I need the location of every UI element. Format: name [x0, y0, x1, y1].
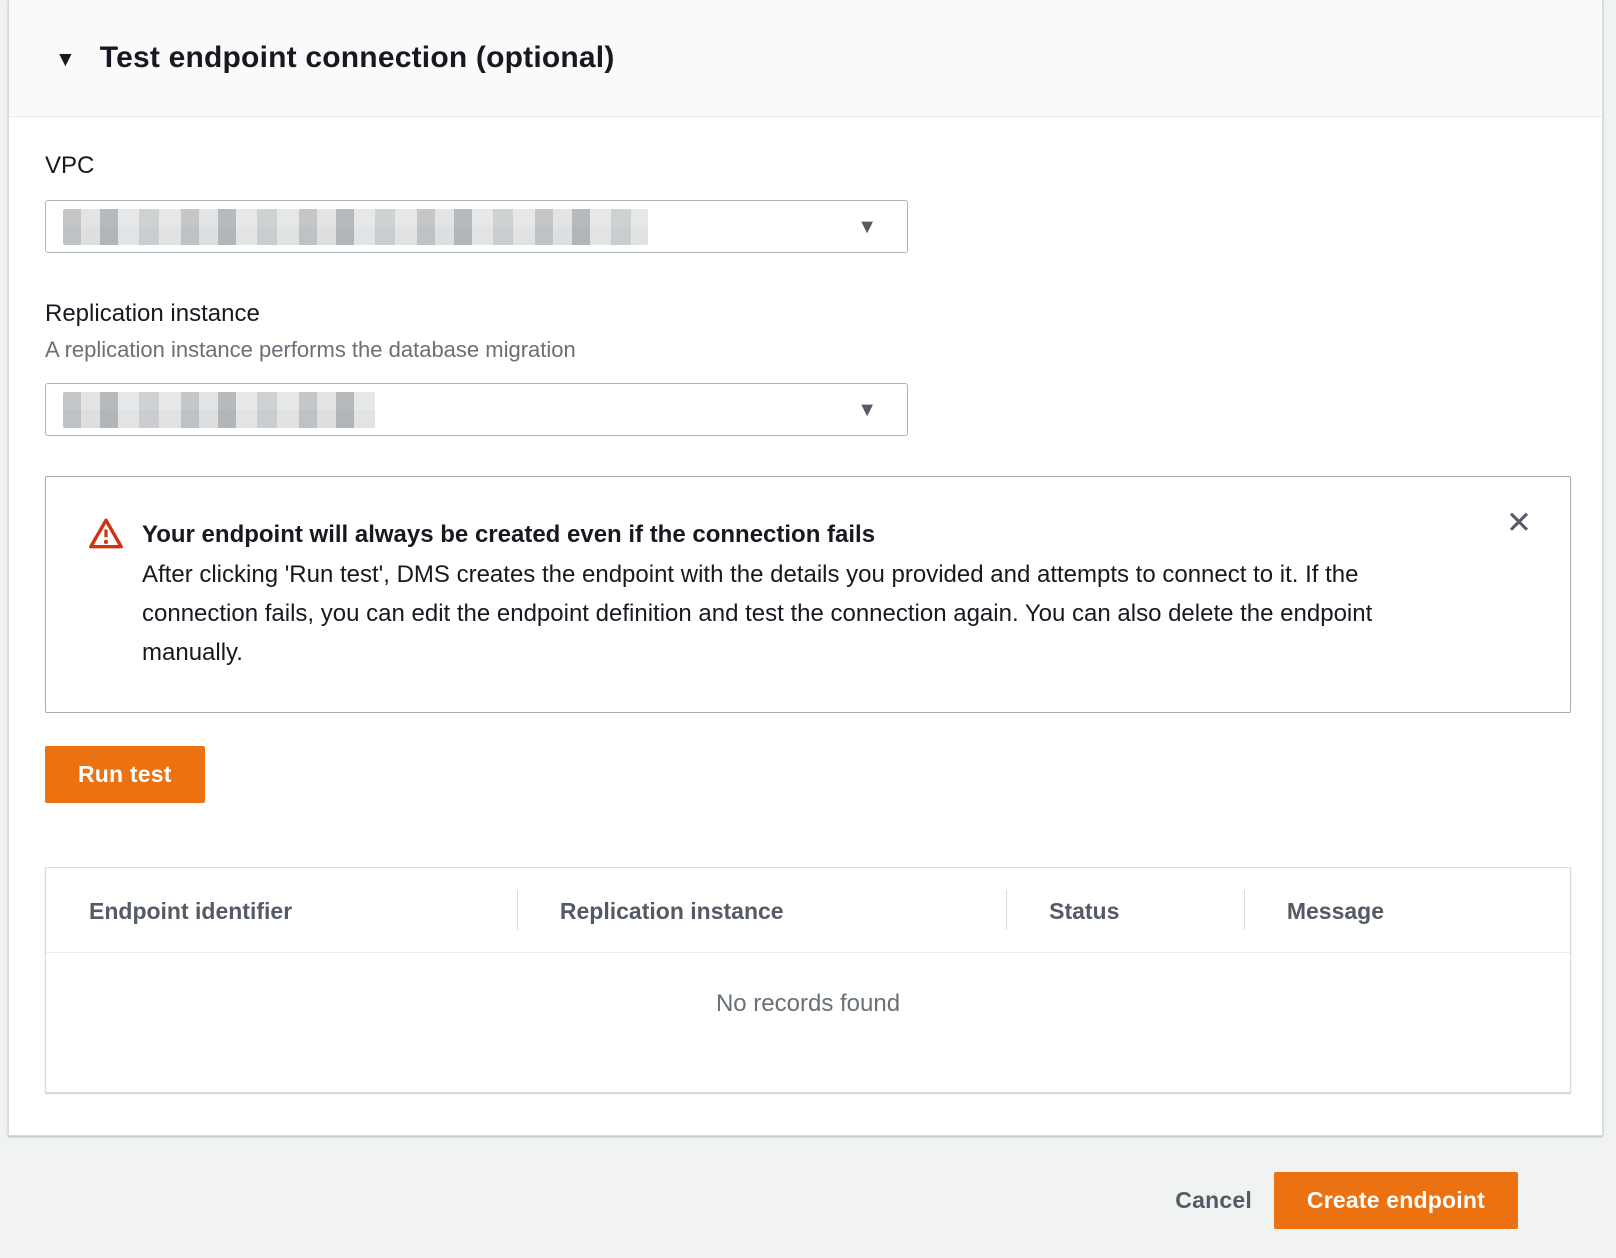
- replication-instance-redacted-value: [63, 392, 375, 428]
- replication-instance-field: Replication instance A replication insta…: [45, 300, 1571, 436]
- empty-state-message: No records found: [46, 953, 1570, 1092]
- section-header-toggle[interactable]: ▼ Test endpoint connection (optional): [9, 0, 1602, 117]
- vpc-label: VPC: [45, 152, 1571, 180]
- caret-down-icon: ▼: [857, 400, 877, 420]
- warning-triangle-icon: [89, 518, 123, 554]
- replication-instance-label: Replication instance: [45, 300, 1571, 328]
- column-header-status[interactable]: Status: [1006, 868, 1244, 952]
- column-header-replication-instance[interactable]: Replication instance: [517, 868, 1006, 952]
- vpc-select[interactable]: ▼: [45, 200, 908, 253]
- form-footer: Cancel Create endpoint: [0, 1136, 1616, 1258]
- section-title: Test endpoint connection (optional): [100, 41, 615, 75]
- column-header-message[interactable]: Message: [1244, 868, 1570, 952]
- column-header-endpoint-identifier[interactable]: Endpoint identifier: [46, 868, 517, 952]
- run-test-button[interactable]: Run test: [45, 746, 205, 803]
- warning-body: After clicking 'Run test', DMS creates t…: [142, 555, 1442, 672]
- caret-down-icon: ▼: [55, 49, 76, 70]
- vpc-field: VPC ▼: [45, 152, 1571, 253]
- warning-title: Your endpoint will always be created eve…: [142, 515, 1442, 554]
- replication-instance-description: A replication instance performs the data…: [45, 337, 1571, 363]
- cancel-button[interactable]: Cancel: [1155, 1172, 1272, 1229]
- caret-down-icon: ▼: [857, 217, 877, 237]
- section-body: VPC ▼ Replication instance A replication…: [9, 117, 1602, 1135]
- table-header-row: Endpoint identifier Replication instance…: [46, 868, 1570, 953]
- warning-content: Your endpoint will always be created eve…: [142, 515, 1442, 672]
- warning-alert: Your endpoint will always be created eve…: [45, 476, 1571, 713]
- test-results-table: Endpoint identifier Replication instance…: [45, 867, 1571, 1093]
- create-endpoint-button[interactable]: Create endpoint: [1274, 1172, 1518, 1229]
- test-endpoint-connection-section: ▼ Test endpoint connection (optional) VP…: [8, 0, 1603, 1136]
- replication-instance-select[interactable]: ▼: [45, 383, 908, 436]
- vpc-redacted-value: [63, 209, 648, 245]
- close-icon[interactable]: ✕: [1500, 501, 1538, 544]
